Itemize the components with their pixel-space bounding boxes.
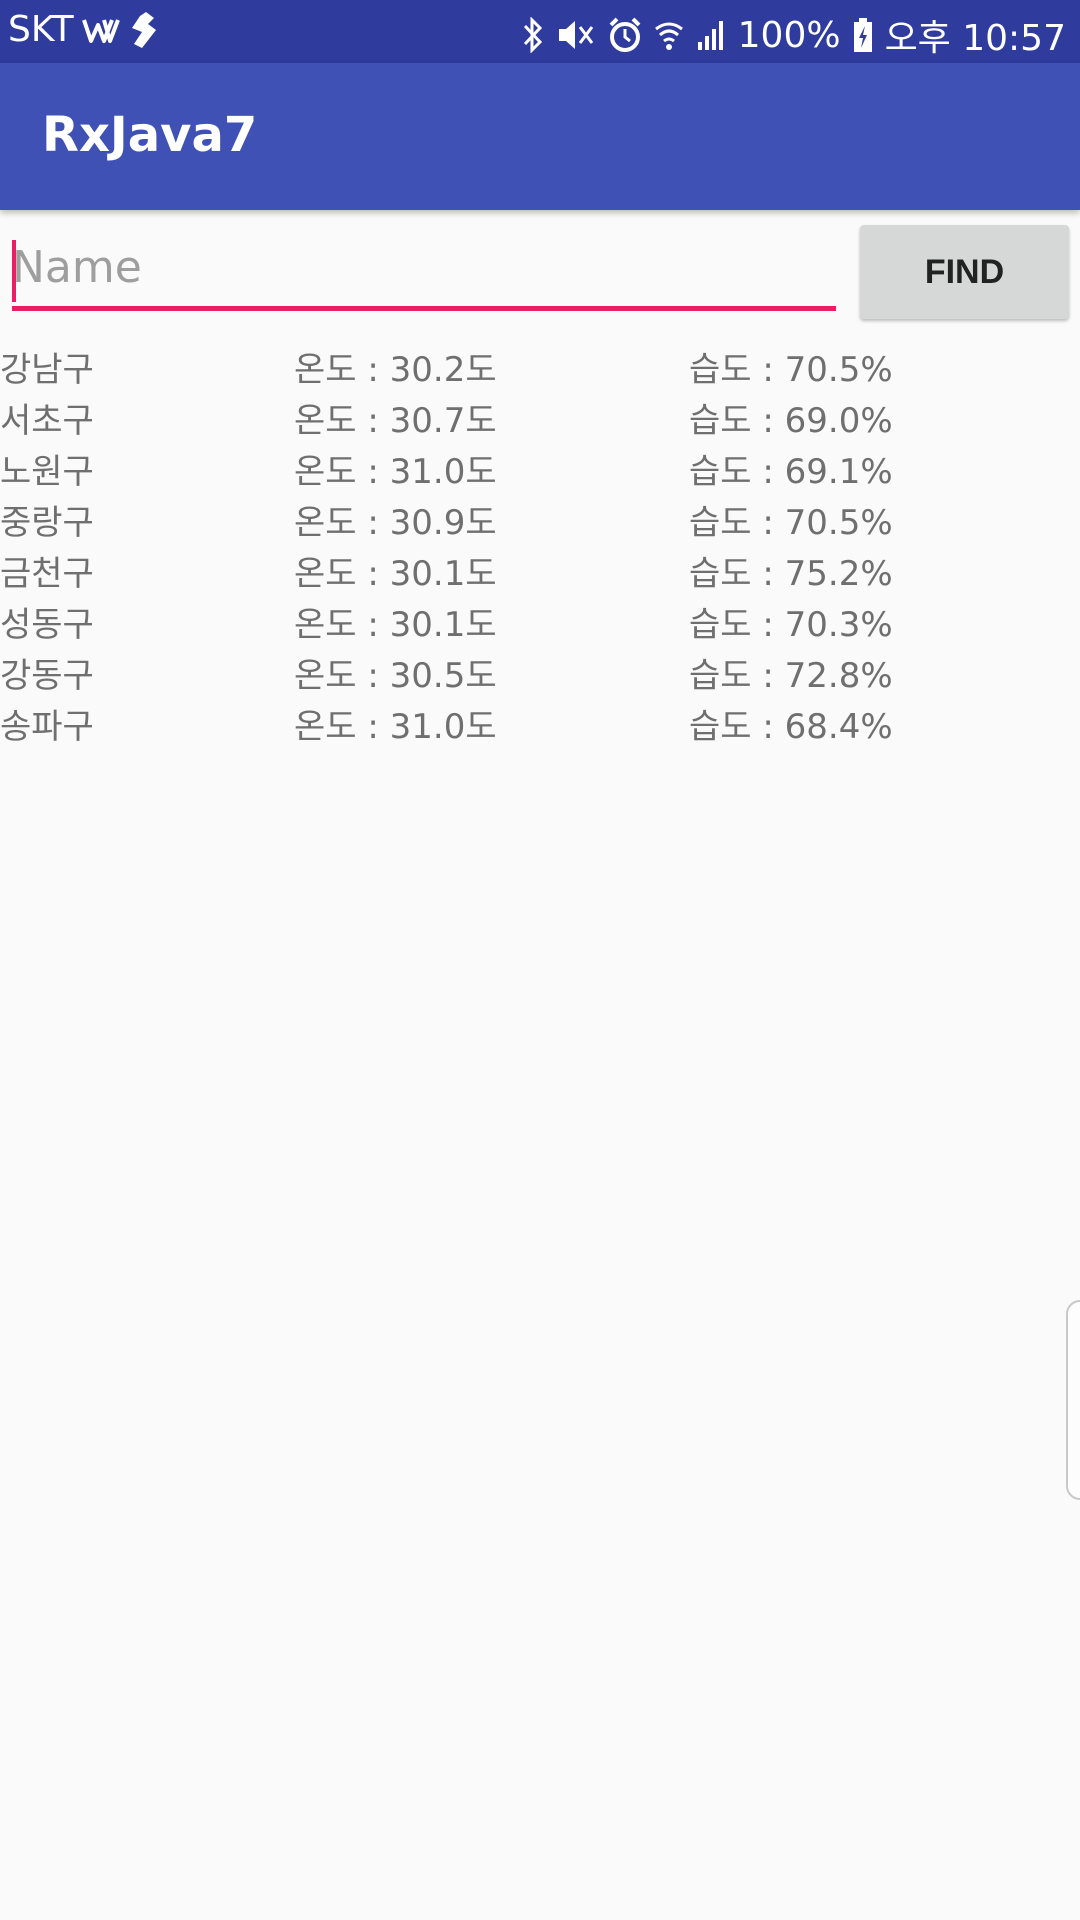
temperature: 온도 : 30.7도 <box>294 401 497 441</box>
temperature: 온도 : 31.0도 <box>294 707 497 747</box>
humidity: 습도 : 69.0% <box>689 401 893 441</box>
district-name: 강남구 <box>0 350 94 390</box>
district-name: 금천구 <box>0 554 94 594</box>
signal-icon <box>696 18 726 52</box>
humidity: 습도 : 70.5% <box>689 503 893 543</box>
list-item: 강동구 온도 : 30.5도 습도 : 72.8% <box>0 644 1080 696</box>
edge-panel-handle[interactable] <box>1066 1300 1080 1500</box>
temperature: 온도 : 30.9도 <box>294 503 497 543</box>
app-title: RxJava7 <box>42 107 258 163</box>
status-bar: SKT 100% 오후 10:57 <box>0 0 1080 63</box>
name-input[interactable] <box>12 228 836 311</box>
list-item: 금천구 온도 : 30.1도 습도 : 75.2% <box>0 542 1080 594</box>
district-name: 강동구 <box>0 656 94 696</box>
list-item: 송파구 온도 : 31.0도 습도 : 68.4% <box>0 695 1080 747</box>
humidity: 습도 : 69.1% <box>689 452 893 492</box>
district-name: 노원구 <box>0 452 94 492</box>
status-left: SKT <box>8 9 160 50</box>
wifi-icon <box>654 17 684 53</box>
temperature: 온도 : 30.5도 <box>294 656 497 696</box>
district-name: 중랑구 <box>0 503 94 543</box>
mute-icon <box>556 17 596 53</box>
battery-icon <box>853 17 873 53</box>
list-item: 노원구 온도 : 31.0도 습도 : 69.1% <box>0 440 1080 492</box>
status-right: 100% 오후 10:57 <box>522 9 1066 61</box>
alarm-icon <box>608 17 642 53</box>
bluetooth-icon <box>522 17 544 53</box>
humidity: 습도 : 75.2% <box>689 554 893 594</box>
list-item: 서초구 온도 : 30.7도 습도 : 69.0% <box>0 389 1080 441</box>
weather-list: 강남구 온도 : 30.2도 습도 : 70.5% 서초구 온도 : 30.7도… <box>0 338 1080 747</box>
runner-icon <box>128 10 160 50</box>
carrier-label: SKT <box>8 9 74 50</box>
app-bar: RxJava7 <box>0 63 1080 210</box>
find-button[interactable]: FIND <box>860 225 1069 319</box>
search-row: FIND <box>0 210 1080 320</box>
list-item: 성동구 온도 : 30.1도 습도 : 70.3% <box>0 593 1080 645</box>
district-name: 송파구 <box>0 707 94 747</box>
district-name: 서초구 <box>0 401 94 441</box>
temperature: 온도 : 30.1도 <box>294 605 497 645</box>
battery-percent: 100% <box>737 14 841 56</box>
humidity: 습도 : 70.5% <box>689 350 893 390</box>
district-name: 성동구 <box>0 605 94 645</box>
temperature: 온도 : 30.1도 <box>294 554 497 594</box>
list-item: 강남구 온도 : 30.2도 습도 : 70.5% <box>0 338 1080 390</box>
humidity: 습도 : 68.4% <box>689 707 893 747</box>
list-item: 중랑구 온도 : 30.9도 습도 : 70.5% <box>0 491 1080 543</box>
w-icon <box>81 15 120 45</box>
temperature: 온도 : 30.2도 <box>294 350 497 390</box>
humidity: 습도 : 72.8% <box>689 656 893 696</box>
clock: 오후 10:57 <box>884 18 1066 59</box>
text-cursor <box>12 240 16 302</box>
humidity: 습도 : 70.3% <box>689 605 893 645</box>
temperature: 온도 : 31.0도 <box>294 452 497 492</box>
